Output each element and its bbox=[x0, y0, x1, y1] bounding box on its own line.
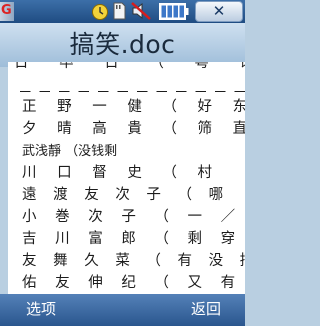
page-title: 搞笑.doc bbox=[69, 30, 176, 59]
document-line: 川 口 督 史 （ 村 bbox=[22, 165, 221, 181]
document-line: 遠 渡 友 次 子 （ 哪 bbox=[22, 187, 230, 203]
signal-letter: G bbox=[1, 3, 12, 18]
alarm-icon bbox=[92, 4, 108, 20]
title-bar: 搞笑.doc bbox=[0, 23, 245, 67]
document-line: 武浅靜 （没钱剩 bbox=[22, 144, 118, 159]
signal-icon: G bbox=[0, 2, 14, 21]
document-line: 正 野 一 健 （ 好 东 西 bbox=[22, 99, 245, 115]
document-line: 友 舞 久 菜 （ 有 没 搞 bbox=[22, 253, 245, 269]
close-icon: ✕ bbox=[212, 2, 226, 20]
mute-icon bbox=[131, 2, 151, 20]
status-bar: G ✕ bbox=[0, 0, 245, 23]
close-button[interactable]: ✕ bbox=[195, 1, 243, 22]
document-line: 夕 晴 高 貴 （ 筛 直 高 bbox=[22, 121, 245, 137]
memory-card-icon bbox=[113, 2, 126, 20]
document-line: 佑 友 伸 纪 （ 又 有 bbox=[22, 275, 243, 291]
back-softkey[interactable]: 返回 bbox=[191, 299, 221, 319]
options-softkey[interactable]: 选项 bbox=[26, 299, 56, 319]
battery-icon bbox=[159, 3, 189, 20]
softkey-bar: 选项 返回 bbox=[0, 294, 245, 326]
document-line: 日 卒 日 （ 粤 语 bbox=[14, 62, 245, 71]
document-line: 吉 川 富 郎 （ 剩 穿 裤 bbox=[22, 231, 245, 247]
document-content[interactable]: 日 卒 日 （ 粤 语 －－－－－－－－－－－－－－ 正 野 一 健 （ 好 东… bbox=[8, 62, 245, 316]
document-line: 小 巻 次 子 （ 一 ／ bbox=[22, 209, 243, 225]
